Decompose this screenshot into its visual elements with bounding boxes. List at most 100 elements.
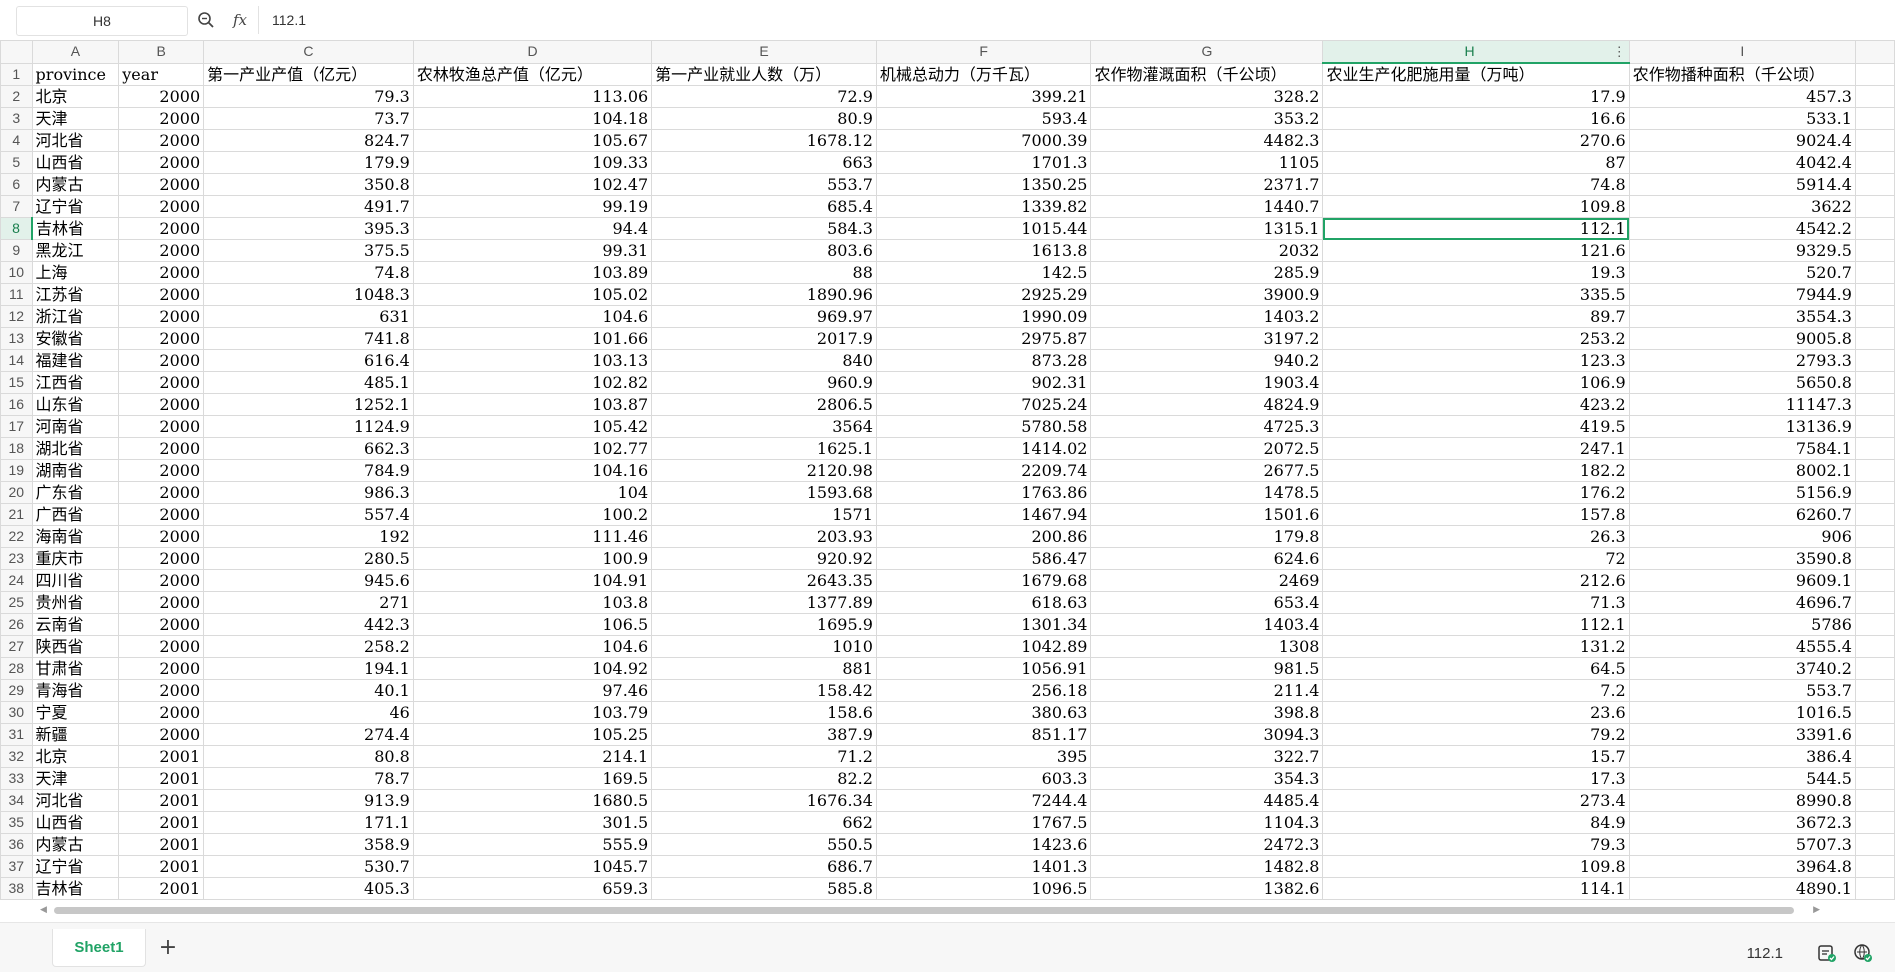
cell-e22[interactable]: 203.93: [651, 525, 877, 548]
name-box[interactable]: H8: [16, 6, 188, 36]
cell-i10[interactable]: 520.7: [1628, 261, 1856, 284]
cell-f22[interactable]: 200.86: [875, 525, 1092, 548]
cell-d8[interactable]: 94.4: [412, 217, 653, 240]
cell-c22[interactable]: 192: [203, 525, 414, 548]
cell-g36[interactable]: 2472.3: [1090, 833, 1324, 856]
cell-g34[interactable]: 4485.4: [1090, 789, 1324, 812]
cell-h33[interactable]: 17.3: [1322, 767, 1630, 790]
row-header[interactable]: 7: [0, 195, 33, 218]
cell-i6[interactable]: 5914.4: [1628, 173, 1856, 196]
cell-blank[interactable]: [1854, 811, 1895, 834]
sync-status-icon[interactable]: [1853, 943, 1873, 963]
cell-a11[interactable]: 江苏省: [31, 283, 120, 306]
cell-g22[interactable]: 179.8: [1090, 525, 1324, 548]
cell-a19[interactable]: 湖南省: [31, 459, 120, 482]
cell-f7[interactable]: 1339.82: [875, 195, 1092, 218]
cell-a22[interactable]: 海南省: [31, 525, 120, 548]
scroll-left-icon[interactable]: ◀: [40, 905, 47, 915]
cell-i7[interactable]: 3622: [1628, 195, 1856, 218]
cell-d19[interactable]: 104.16: [412, 459, 653, 482]
cell-f35[interactable]: 1767.5: [875, 811, 1092, 834]
cell-blank[interactable]: [1854, 217, 1895, 240]
cell-blank[interactable]: [1854, 327, 1895, 350]
row-header[interactable]: 15: [0, 371, 33, 394]
cell-d28[interactable]: 104.92: [412, 657, 653, 680]
cell-h31[interactable]: 79.2: [1322, 723, 1630, 746]
cell-g25[interactable]: 653.4: [1090, 591, 1324, 614]
cell-f1[interactable]: 机械总动力（万千瓦）: [875, 62, 1092, 86]
cell-b30[interactable]: 2000: [118, 701, 205, 724]
cell-h28[interactable]: 64.5: [1322, 657, 1630, 680]
cell-i2[interactable]: 457.3: [1628, 85, 1856, 108]
cell-i11[interactable]: 7944.9: [1628, 283, 1856, 306]
row-header[interactable]: 19: [0, 459, 33, 482]
cell-h23[interactable]: 72: [1322, 547, 1630, 570]
cell-g5[interactable]: 1105: [1090, 151, 1324, 174]
cell-d4[interactable]: 105.67: [412, 129, 653, 152]
cell-a27[interactable]: 陕西省: [31, 635, 120, 658]
cell-d2[interactable]: 113.06: [412, 85, 653, 108]
cell-c8[interactable]: 395.3: [203, 217, 414, 240]
cell-b5[interactable]: 2000: [118, 151, 205, 174]
cell-f38[interactable]: 1096.5: [875, 877, 1092, 900]
cell-f19[interactable]: 2209.74: [875, 459, 1092, 482]
cell-a3[interactable]: 天津: [31, 107, 120, 130]
cell-blank[interactable]: [1854, 107, 1895, 130]
cell-i33[interactable]: 544.5: [1628, 767, 1856, 790]
cell-d16[interactable]: 103.87: [412, 393, 653, 416]
cell-blank[interactable]: [1854, 173, 1895, 196]
cell-a5[interactable]: 山西省: [31, 151, 120, 174]
cell-g15[interactable]: 1903.4: [1090, 371, 1324, 394]
cell-h10[interactable]: 19.3: [1322, 261, 1630, 284]
cell-d29[interactable]: 97.46: [412, 679, 653, 702]
row-header[interactable]: 24: [0, 569, 33, 592]
cell-h25[interactable]: 71.3: [1322, 591, 1630, 614]
cell-blank[interactable]: [1854, 657, 1895, 680]
cell-d13[interactable]: 101.66: [412, 327, 653, 350]
cell-c29[interactable]: 40.1: [203, 679, 414, 702]
sheet-tab-sheet1[interactable]: Sheet1: [52, 929, 146, 967]
cell-blank[interactable]: [1854, 85, 1895, 108]
cell-f26[interactable]: 1301.34: [875, 613, 1092, 636]
cell-h9[interactable]: 121.6: [1322, 239, 1630, 262]
cell-b2[interactable]: 2000: [118, 85, 205, 108]
cell-e27[interactable]: 1010: [651, 635, 877, 658]
cell-e16[interactable]: 2806.5: [651, 393, 877, 416]
cell-c20[interactable]: 986.3: [203, 481, 414, 504]
row-header[interactable]: 4: [0, 129, 33, 152]
cell-g8[interactable]: 1315.1: [1090, 217, 1324, 240]
cell-e12[interactable]: 969.97: [651, 305, 877, 328]
cell-f32[interactable]: 395: [875, 745, 1092, 768]
cell-h22[interactable]: 26.3: [1322, 525, 1630, 548]
cell-i36[interactable]: 5707.3: [1628, 833, 1856, 856]
cell-h6[interactable]: 74.8: [1322, 173, 1630, 196]
cell-a36[interactable]: 内蒙古: [31, 833, 120, 856]
row-header[interactable]: 35: [0, 811, 33, 834]
cell-g20[interactable]: 1478.5: [1090, 481, 1324, 504]
cell-g33[interactable]: 354.3: [1090, 767, 1324, 790]
cell-a10[interactable]: 上海: [31, 261, 120, 284]
cell-blank[interactable]: [1854, 371, 1895, 394]
cell-f17[interactable]: 5780.58: [875, 415, 1092, 438]
cell-h2[interactable]: 17.9: [1322, 85, 1630, 108]
cell-blank[interactable]: [1854, 349, 1895, 372]
cell-i24[interactable]: 9609.1: [1628, 569, 1856, 592]
cell-e20[interactable]: 1593.68: [651, 481, 877, 504]
cell-g27[interactable]: 1308: [1090, 635, 1324, 658]
cell-i18[interactable]: 7584.1: [1628, 437, 1856, 460]
cell-a34[interactable]: 河北省: [31, 789, 120, 812]
row-header[interactable]: 6: [0, 173, 33, 196]
cell-f24[interactable]: 1679.68: [875, 569, 1092, 592]
cell-e24[interactable]: 2643.35: [651, 569, 877, 592]
cell-b19[interactable]: 2000: [118, 459, 205, 482]
cell-a35[interactable]: 山西省: [31, 811, 120, 834]
cell-g1[interactable]: 农作物灌溉面积（千公顷）: [1090, 62, 1324, 86]
row-header[interactable]: 18: [0, 437, 33, 460]
cell-h32[interactable]: 15.7: [1322, 745, 1630, 768]
cell-f21[interactable]: 1467.94: [875, 503, 1092, 526]
row-header[interactable]: 37: [0, 855, 33, 878]
cell-g18[interactable]: 2072.5: [1090, 437, 1324, 460]
cell-c15[interactable]: 485.1: [203, 371, 414, 394]
column-header-h[interactable]: H ⋮: [1322, 40, 1630, 64]
cell-e34[interactable]: 1676.34: [651, 789, 877, 812]
